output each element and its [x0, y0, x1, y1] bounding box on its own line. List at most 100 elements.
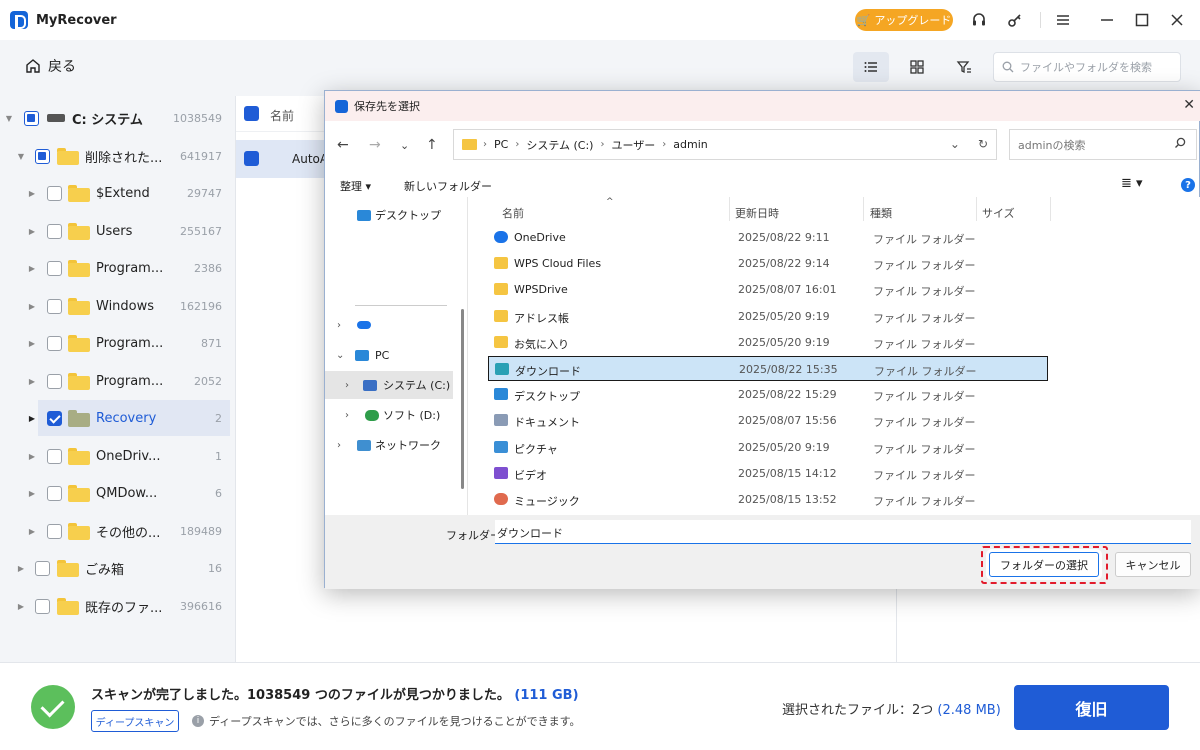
- file-row[interactable]: ビデオ 2025/08/15 14:12 ファイル フォルダー: [488, 461, 1048, 486]
- nav-scrollbar[interactable]: [461, 309, 464, 489]
- recover-button[interactable]: 復旧: [1014, 685, 1169, 730]
- file-row[interactable]: OneDrive 2025/08/22 9:11 ファイル フォルダー: [488, 225, 1048, 250]
- file-row[interactable]: ピクチャ 2025/05/20 9:19 ファイル フォルダー: [488, 435, 1048, 460]
- tree-checkbox[interactable]: [47, 448, 62, 464]
- expand-icon[interactable]: ▶: [27, 264, 37, 273]
- tree-item-existing[interactable]: ▶ 既存のファ... 396616: [0, 588, 236, 624]
- recent-locations-icon[interactable]: ⌄: [400, 139, 409, 152]
- tree-item-c-system[interactable]: ▼ C: システム 1038549: [0, 100, 236, 136]
- menu-icon[interactable]: [1053, 10, 1073, 30]
- expand-icon[interactable]: ▶: [27, 489, 37, 498]
- tree-item-program-2[interactable]: ▶ Program... 871: [0, 325, 236, 361]
- dialog-search-input[interactable]: adminの検索: [1009, 129, 1197, 160]
- address-bar[interactable]: › PC › システム (C:) › ユーザー › admin ⌄ ↻: [453, 129, 997, 160]
- nav-item-network[interactable]: › ネットワーク: [325, 431, 467, 459]
- expand-icon[interactable]: ▶: [27, 302, 37, 311]
- tree-item-recovery[interactable]: ▶ Recovery 2: [29, 400, 230, 436]
- tree-checkbox[interactable]: [24, 110, 39, 126]
- expand-icon[interactable]: ▶: [27, 527, 37, 536]
- tree-checkbox[interactable]: [47, 185, 62, 201]
- expand-icon[interactable]: ▶: [27, 377, 37, 386]
- tree-checkbox[interactable]: [47, 410, 62, 426]
- expand-icon[interactable]: ›: [337, 320, 341, 331]
- file-row[interactable]: ドキュメント 2025/08/07 15:56 ファイル フォルダー: [488, 408, 1048, 433]
- tree-checkbox[interactable]: [47, 260, 62, 276]
- tree-item-other[interactable]: ▶ その他の... 189489: [0, 513, 236, 549]
- file-row[interactable]: ミュージック 2025/08/15 13:52 ファイル フォルダー: [488, 487, 1048, 512]
- breadcrumb-admin[interactable]: admin: [673, 138, 707, 151]
- tree-item-program-3[interactable]: ▶ Program... 2052: [0, 363, 236, 399]
- breadcrumb-system-c[interactable]: システム (C:): [526, 137, 593, 153]
- file-row[interactable]: WPS Cloud Files 2025/08/22 9:14 ファイル フォルダー: [488, 251, 1048, 276]
- expand-icon[interactable]: ▶: [27, 452, 37, 461]
- maximize-icon[interactable]: [1132, 10, 1152, 30]
- expand-icon[interactable]: ▶: [27, 227, 37, 236]
- expand-icon[interactable]: ▶: [27, 189, 37, 198]
- minimize-icon[interactable]: [1097, 10, 1117, 30]
- expand-icon[interactable]: ›: [345, 380, 349, 391]
- nav-item-pc[interactable]: ⌄ PC: [325, 341, 467, 369]
- column-type[interactable]: 種類: [870, 205, 892, 221]
- new-folder-button[interactable]: 新しいフォルダー: [404, 178, 492, 194]
- cancel-button[interactable]: キャンセル: [1115, 552, 1191, 577]
- view-options-icon[interactable]: ≣ ▾: [1121, 176, 1143, 191]
- tree-item-program-1[interactable]: ▶ Program... 2386: [0, 250, 236, 286]
- list-view-button[interactable]: [853, 52, 889, 82]
- address-dropdown-icon[interactable]: ⌄: [950, 137, 960, 151]
- close-icon[interactable]: [1167, 10, 1187, 30]
- folder-name-input[interactable]: ダウンロード: [495, 520, 1191, 544]
- tree-checkbox[interactable]: [35, 148, 50, 164]
- tree-item-windows[interactable]: ▶ Windows 162196: [0, 288, 236, 324]
- tree-checkbox[interactable]: [47, 223, 62, 239]
- breadcrumb-pc[interactable]: PC: [494, 138, 508, 151]
- select-all-checkbox[interactable]: [244, 106, 259, 121]
- file-row[interactable]: WPSDrive 2025/08/07 16:01 ファイル フォルダー: [488, 277, 1048, 302]
- select-folder-button[interactable]: フォルダーの選択: [989, 552, 1099, 577]
- file-row[interactable]: ダウンロード 2025/08/22 15:35 ファイル フォルダー: [488, 356, 1048, 381]
- forward-arrow-icon[interactable]: →: [369, 137, 381, 153]
- row-checkbox[interactable]: [244, 151, 259, 166]
- back-button[interactable]: 戻る: [24, 56, 76, 76]
- help-icon[interactable]: ?: [1181, 178, 1195, 192]
- expand-icon[interactable]: ›: [337, 440, 341, 451]
- organize-button[interactable]: 整理 ▾: [340, 178, 371, 194]
- grid-view-button[interactable]: [899, 52, 935, 82]
- file-row[interactable]: デスクトップ 2025/08/22 15:29 ファイル フォルダー: [488, 382, 1048, 407]
- tree-item-users[interactable]: ▶ Users 255167: [0, 213, 236, 249]
- expand-icon[interactable]: ›: [345, 410, 349, 421]
- tree-item-onedrive[interactable]: ▶ OneDriv... 1: [0, 438, 236, 474]
- refresh-icon[interactable]: ↻: [978, 137, 988, 151]
- column-date[interactable]: 更新日時: [735, 205, 779, 221]
- tree-checkbox[interactable]: [35, 560, 50, 576]
- nav-item-desktop[interactable]: デスクトップ: [325, 201, 467, 229]
- expand-icon[interactable]: ▶: [27, 414, 37, 423]
- column-name[interactable]: 名前: [270, 107, 294, 124]
- expand-icon[interactable]: ▶: [16, 564, 26, 573]
- tree-item-recycle-bin[interactable]: ▶ ごみ箱 16: [0, 550, 236, 586]
- upgrade-button[interactable]: 🛒 アップグレード: [855, 9, 953, 31]
- tree-checkbox[interactable]: [47, 298, 62, 314]
- expand-icon[interactable]: ▶: [16, 602, 26, 611]
- filter-button[interactable]: [946, 52, 982, 82]
- column-size[interactable]: サイズ: [982, 205, 1015, 221]
- tree-checkbox[interactable]: [35, 598, 50, 614]
- tree-checkbox[interactable]: [47, 485, 62, 501]
- deep-scan-button[interactable]: ディープスキャン: [91, 710, 179, 732]
- file-row[interactable]: アドレス帳 2025/05/20 9:19 ファイル フォルダー: [488, 304, 1048, 329]
- tree-item-extend[interactable]: ▶ $Extend 29747: [0, 175, 236, 211]
- nav-item-onedrive[interactable]: ›: [325, 311, 467, 339]
- column-name[interactable]: 名前: [502, 205, 524, 221]
- tree-item-deleted[interactable]: ▼ 削除された... 641917: [0, 138, 236, 174]
- nav-item-soft-d[interactable]: › ソフト (D:): [325, 401, 467, 429]
- collapse-icon[interactable]: ▼: [4, 114, 14, 123]
- breadcrumb-users[interactable]: ユーザー: [611, 137, 655, 153]
- file-row[interactable]: お気に入り 2025/05/20 9:19 ファイル フォルダー: [488, 330, 1048, 355]
- expand-icon[interactable]: ▶: [27, 339, 37, 348]
- tree-checkbox[interactable]: [47, 373, 62, 389]
- collapse-icon[interactable]: ⌄: [336, 350, 344, 361]
- nav-item-system-c[interactable]: › システム (C:): [325, 371, 453, 399]
- tree-item-qmdow[interactable]: ▶ QMDow... 6: [0, 475, 236, 511]
- back-arrow-icon[interactable]: ←: [337, 137, 349, 153]
- headset-icon[interactable]: [969, 10, 989, 30]
- collapse-icon[interactable]: ▼: [16, 152, 26, 161]
